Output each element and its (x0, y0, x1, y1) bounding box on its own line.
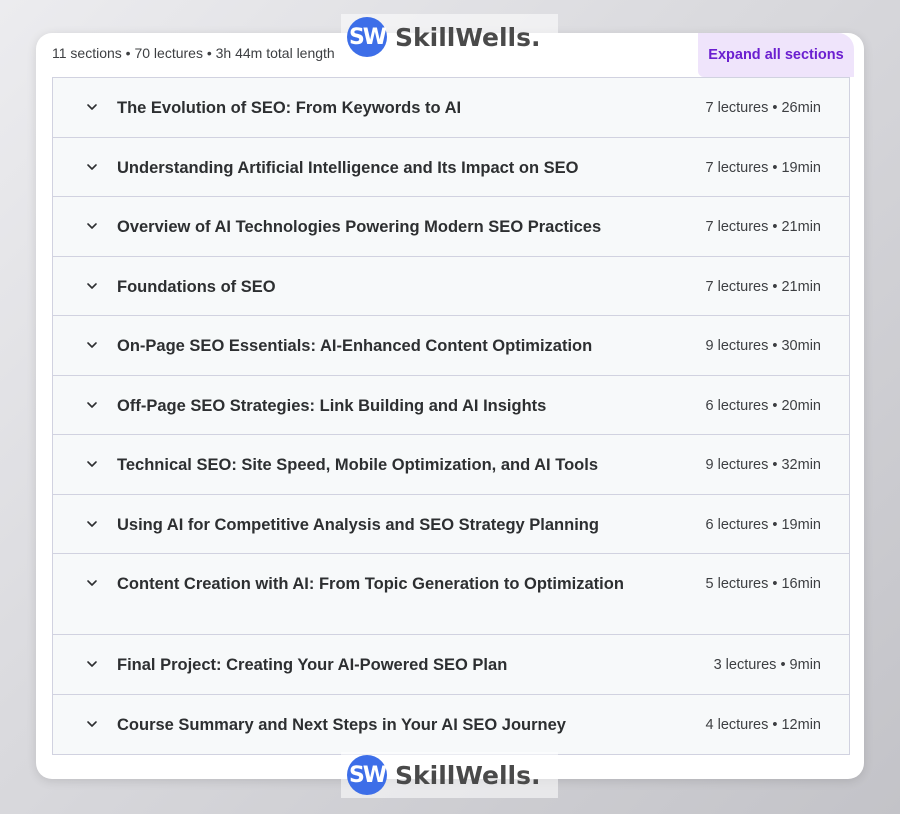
section-row[interactable]: On-Page SEO Essentials: AI-Enhanced Cont… (53, 316, 849, 376)
section-title: Content Creation with AI: From Topic Gen… (117, 575, 624, 593)
section-meta: 4 lectures • 12min (705, 716, 822, 733)
sections-list: The Evolution of SEO: From Keywords to A… (52, 77, 850, 755)
section-meta: 9 lectures • 30min (705, 338, 822, 354)
section-meta: 5 lectures • 16min (705, 576, 822, 592)
chevron-down-icon (87, 661, 97, 667)
section-meta: 7 lectures • 19min (705, 159, 822, 176)
chevron-down-icon (87, 223, 97, 229)
expand-all-sections-button[interactable]: Expand all sections (698, 33, 854, 77)
section-title: Technical SEO: Site Speed, Mobile Optimi… (117, 456, 598, 474)
section-row[interactable]: Foundations of SEO 7 lectures • 21min (53, 256, 849, 316)
chevron-down-icon (87, 342, 97, 348)
watermark-logo-icon: SW (347, 755, 387, 795)
section-row[interactable]: Course Summary and Next Steps in Your AI… (53, 694, 849, 754)
section-row[interactable]: Understanding Artificial Intelligence an… (53, 137, 849, 197)
section-title: Course Summary and Next Steps in Your AI… (117, 715, 566, 734)
section-meta: 6 lectures • 20min (705, 397, 822, 414)
chevron-down-icon (87, 104, 97, 110)
section-row[interactable]: Overview of AI Technologies Powering Mod… (53, 197, 849, 257)
section-title: The Evolution of SEO: From Keywords to A… (117, 99, 462, 117)
section-title: Using AI for Competitive Analysis and SE… (117, 515, 599, 534)
section-meta: 7 lectures • 26min (705, 100, 822, 116)
section-row[interactable]: The Evolution of SEO: From Keywords to A… (53, 78, 849, 138)
section-title: Off-Page SEO Strategies: Link Building a… (117, 396, 547, 415)
section-title: On-Page SEO Essentials: AI-Enhanced Cont… (117, 337, 593, 355)
section-meta: 3 lectures • 9min (713, 657, 821, 673)
course-content-card: 11 sections • 70 lectures • 3h 44m total… (36, 33, 864, 779)
section-meta: 9 lectures • 32min (705, 457, 822, 473)
section-title: Understanding Artificial Intelligence an… (117, 158, 579, 177)
section-title: Overview of AI Technologies Powering Mod… (117, 218, 602, 236)
chevron-down-icon (87, 461, 97, 467)
watermark-logo-icon: SW (347, 17, 387, 57)
section-row[interactable]: Technical SEO: Site Speed, Mobile Optimi… (53, 435, 849, 495)
watermark-top: SW SkillWells. (341, 14, 558, 60)
section-meta: 7 lectures • 21min (705, 278, 822, 295)
watermark-text: SkillWells. (395, 760, 541, 790)
chevron-down-icon (87, 163, 97, 170)
section-row[interactable]: Off-Page SEO Strategies: Link Building a… (53, 375, 849, 435)
chevron-down-icon (87, 282, 97, 289)
chevron-down-icon (87, 401, 97, 408)
watermark-text: SkillWells. (395, 22, 541, 52)
watermark-bottom: SW SkillWells. (341, 752, 558, 798)
section-meta: 7 lectures • 21min (705, 219, 822, 235)
section-title: Final Project: Creating Your AI-Powered … (117, 656, 508, 674)
section-row[interactable]: Content Creation with AI: From Topic Gen… (53, 554, 849, 635)
course-summary: 11 sections • 70 lectures • 3h 44m total… (52, 45, 335, 61)
section-row[interactable]: Using AI for Competitive Analysis and SE… (53, 494, 849, 554)
section-row[interactable]: Final Project: Creating Your AI-Powered … (53, 635, 849, 695)
chevron-down-icon (87, 580, 97, 586)
chevron-down-icon (87, 720, 97, 727)
chevron-down-icon (87, 520, 97, 527)
section-title: Foundations of SEO (117, 277, 276, 296)
section-meta: 6 lectures • 19min (705, 516, 822, 533)
